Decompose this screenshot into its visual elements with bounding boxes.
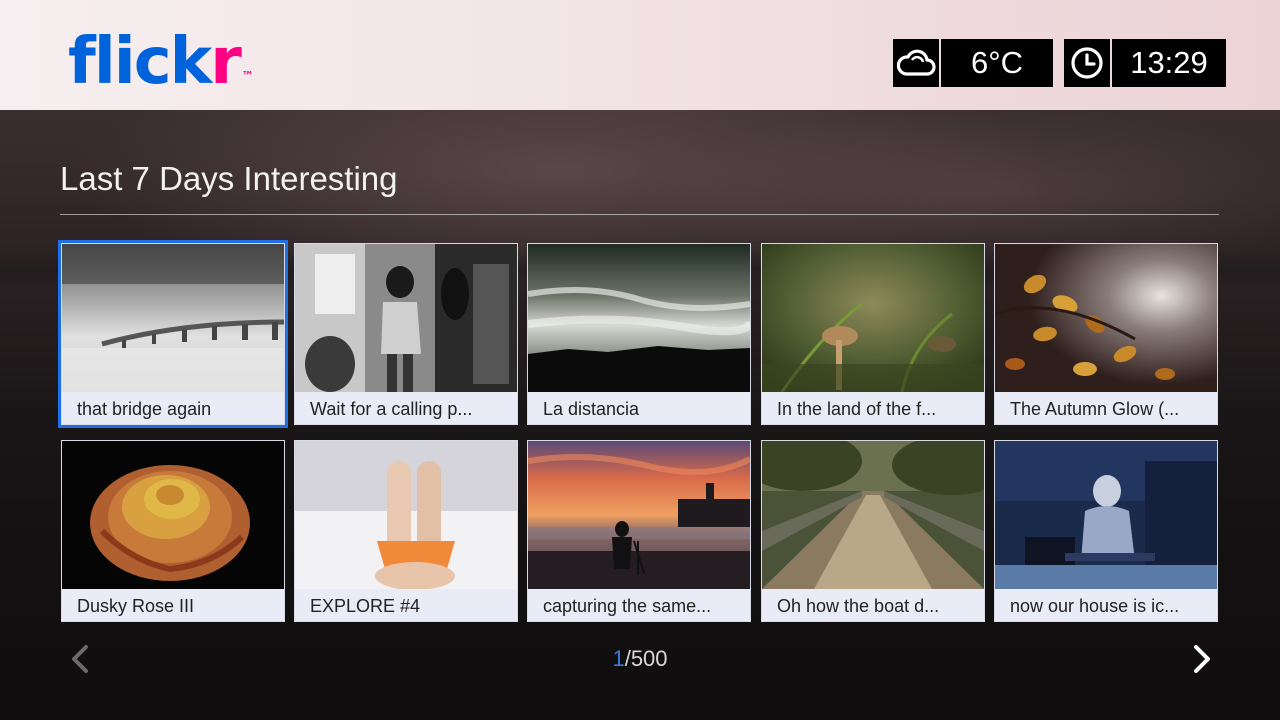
photo-thumbnail bbox=[295, 244, 517, 392]
flickr-logo: flickr ™ bbox=[68, 25, 254, 99]
photo-thumbnail bbox=[762, 441, 984, 589]
total-pages: /500 bbox=[624, 646, 668, 671]
title-divider bbox=[60, 214, 1219, 215]
photo-thumbnail bbox=[995, 244, 1217, 392]
next-page-button[interactable] bbox=[1186, 644, 1216, 674]
photo-tile-4[interactable]: In the land of the f... bbox=[761, 243, 985, 425]
photo-tile-8[interactable]: capturing the same... bbox=[527, 440, 751, 622]
current-page: 1 bbox=[612, 646, 625, 671]
photo-tile-5[interactable]: The Autumn Glow (... bbox=[994, 243, 1218, 425]
clock-icon bbox=[1064, 39, 1110, 87]
photo-caption: Wait for a calling p... bbox=[295, 392, 517, 424]
photo-thumbnail bbox=[528, 244, 750, 392]
previous-page-button[interactable] bbox=[66, 644, 96, 674]
chevron-left-icon bbox=[72, 645, 88, 673]
photo-caption: now our house is ic... bbox=[995, 589, 1217, 621]
photo-thumbnail bbox=[528, 441, 750, 589]
photo-caption: Oh how the boat d... bbox=[762, 589, 984, 621]
chevron-right-icon bbox=[1194, 645, 1210, 673]
clock-widget: 13:29 bbox=[1064, 39, 1226, 87]
photo-tile-2[interactable]: Wait for a calling p... bbox=[294, 243, 518, 425]
photo-caption: that bridge again bbox=[62, 392, 284, 424]
photo-thumbnail bbox=[995, 441, 1217, 589]
photo-caption: EXPLORE #4 bbox=[295, 589, 517, 621]
photo-tile-3[interactable]: La distancia bbox=[527, 243, 751, 425]
photo-tile-6[interactable]: Dusky Rose III bbox=[61, 440, 285, 622]
photo-tile-9[interactable]: Oh how the boat d... bbox=[761, 440, 985, 622]
photo-thumbnail bbox=[62, 441, 284, 589]
section-title: Last 7 Days Interesting bbox=[60, 160, 398, 197]
photo-thumbnail bbox=[295, 441, 517, 589]
page-indicator: 1/500 bbox=[540, 646, 740, 672]
logo-text: flick bbox=[68, 25, 212, 99]
cloud-icon bbox=[893, 39, 939, 87]
photo-tile-7[interactable]: EXPLORE #4 bbox=[294, 440, 518, 622]
photo-caption: The Autumn Glow (... bbox=[995, 392, 1217, 424]
photo-caption: La distancia bbox=[528, 392, 750, 424]
photo-tile-1[interactable]: that bridge again bbox=[58, 240, 288, 428]
temperature-value: 6°C bbox=[941, 39, 1053, 87]
photo-thumbnail bbox=[62, 244, 284, 392]
photo-caption: Dusky Rose III bbox=[62, 589, 284, 621]
weather-widget: 6°C bbox=[893, 39, 1053, 87]
photo-caption: capturing the same... bbox=[528, 589, 750, 621]
photo-caption: In the land of the f... bbox=[762, 392, 984, 424]
top-bar: flickr ™ 6°C 13:29 bbox=[0, 0, 1280, 110]
photo-thumbnail bbox=[762, 244, 984, 392]
logo-trademark: ™ bbox=[241, 69, 254, 83]
photo-tile-10[interactable]: now our house is ic... bbox=[994, 440, 1218, 622]
time-value: 13:29 bbox=[1112, 39, 1226, 87]
